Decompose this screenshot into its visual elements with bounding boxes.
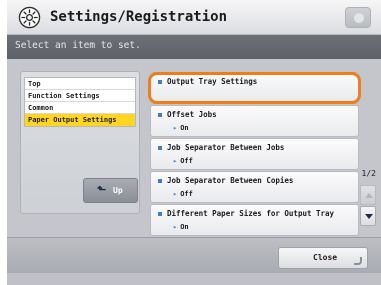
close-button[interactable]: Close — [278, 247, 368, 269]
page-indicator: 1/2 — [361, 169, 376, 178]
page-title: Settings/Registration — [50, 9, 228, 25]
bullet-icon — [158, 146, 162, 150]
bullet-icon — [158, 80, 162, 84]
page-up-button[interactable] — [360, 185, 376, 205]
up-button[interactable]: ⬑ Up — [83, 178, 138, 203]
button-corner-icon — [354, 257, 362, 265]
close-button-label: Close — [313, 253, 338, 262]
nav-item-common[interactable]: Common — [25, 102, 135, 114]
breadcrumb-panel: Top Function Settings Common Paper Outpu… — [20, 71, 140, 214]
message-bar: Select an item to set. — [7, 35, 381, 59]
list-item-offset-jobs[interactable]: Offset Jobs On — [150, 105, 359, 137]
list-item-job-separator-between-jobs[interactable]: Job Separator Between Jobs Off — [150, 138, 359, 170]
list-item-value: Off — [173, 157, 193, 165]
title-bar: Settings/Registration — [7, 0, 381, 35]
list-item-different-paper-sizes[interactable]: Different Paper Sizes for Output Tray On — [150, 204, 359, 236]
bullet-icon — [158, 113, 162, 117]
list-item-title: Offset Jobs — [167, 110, 217, 119]
list-item-job-separator-between-copies[interactable]: Job Separator Between Copies Off — [150, 171, 359, 203]
list-item-title: Job Separator Between Jobs — [167, 143, 285, 152]
main-area: Top Function Settings Common Paper Outpu… — [7, 59, 381, 237]
arrow-down-icon — [365, 214, 373, 219]
arrow-up-icon — [365, 193, 373, 198]
breadcrumb-list: Top Function Settings Common Paper Outpu… — [24, 77, 136, 127]
list-item-title: Different Paper Sizes for Output Tray — [167, 209, 335, 218]
nav-item-paper-output-settings[interactable]: Paper Output Settings — [25, 114, 135, 126]
bottom-bar: Close — [7, 237, 381, 273]
list-item-title: Job Separator Between Copies — [167, 176, 294, 185]
nav-item-top[interactable]: Top — [25, 78, 135, 90]
page-down-button[interactable] — [360, 206, 376, 226]
bullet-icon — [158, 179, 162, 183]
list-item-output-tray-settings[interactable]: Output Tray Settings — [150, 72, 359, 104]
status-icon — [354, 13, 364, 23]
settings-screen: Settings/Registration Select an item to … — [7, 0, 381, 285]
settings-gear-icon — [18, 6, 41, 29]
counter-check-button[interactable] — [345, 7, 371, 28]
list-item-value: On — [173, 223, 188, 231]
bullet-icon — [158, 212, 162, 216]
list-item-value: On — [173, 124, 188, 132]
list-item-value: Off — [173, 190, 193, 198]
return-arrow-icon: ⬑ — [97, 183, 107, 196]
settings-list: Output Tray Settings Offset Jobs On Job … — [150, 72, 359, 237]
instruction-message: Select an item to set. — [15, 40, 141, 51]
list-item-title: Output Tray Settings — [167, 77, 258, 86]
footer-strip — [7, 273, 381, 285]
nav-item-function-settings[interactable]: Function Settings — [25, 90, 135, 102]
up-button-label: Up — [113, 186, 123, 195]
